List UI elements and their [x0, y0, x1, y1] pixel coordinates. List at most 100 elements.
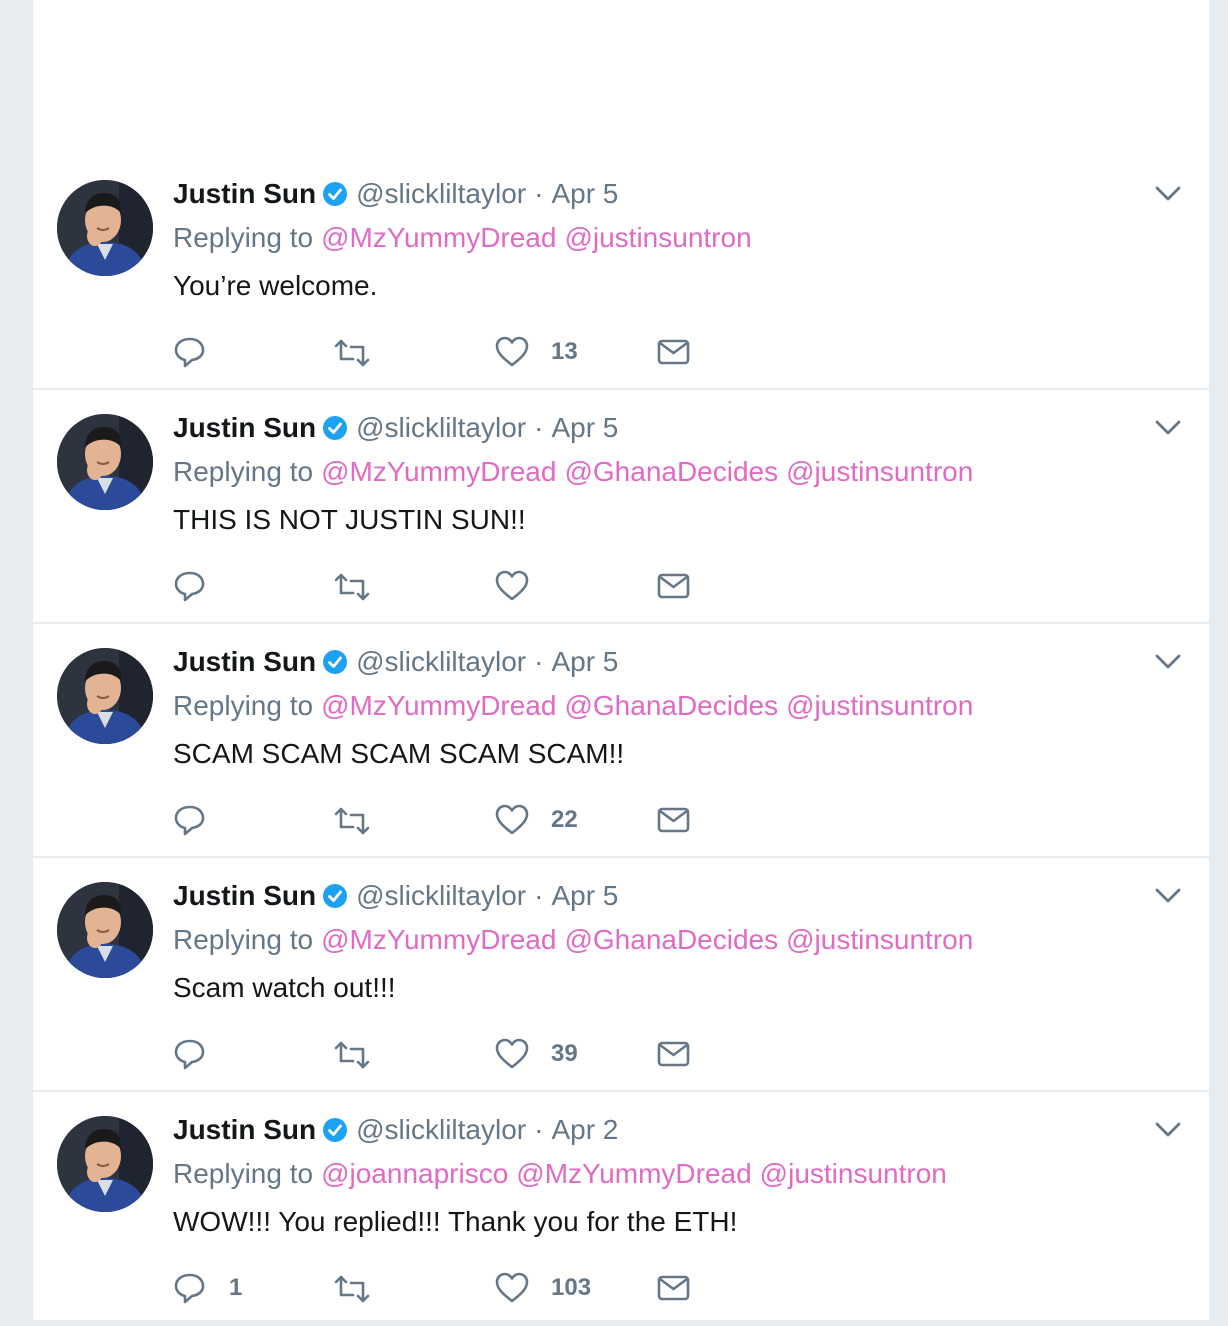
- chevron-down-icon[interactable]: [1155, 418, 1181, 438]
- reply-button[interactable]: 1: [173, 1268, 242, 1308]
- tweet-actions: 22: [173, 800, 773, 840]
- reply-icon: [173, 803, 207, 837]
- verified-icon: [322, 181, 348, 207]
- mention-link[interactable]: @MzYummyDread: [321, 924, 556, 955]
- verified-icon: [322, 883, 348, 909]
- direct-message-button[interactable]: [657, 332, 690, 372]
- direct-message-button[interactable]: [657, 1268, 690, 1308]
- avatar[interactable]: [57, 648, 153, 744]
- reply-count: 1: [229, 1274, 243, 1301]
- separator: ·: [534, 412, 544, 443]
- avatar[interactable]: [57, 882, 153, 978]
- chevron-down-icon[interactable]: [1155, 652, 1181, 672]
- retweet-icon: [333, 1037, 371, 1071]
- tweet[interactable]: Justin Sun @slickliltaylor · Apr 5 Replying …: [33, 156, 1209, 390]
- like-button[interactable]: 22: [495, 800, 578, 840]
- direct-message-button[interactable]: [657, 566, 690, 606]
- like-button[interactable]: 39: [495, 1034, 578, 1074]
- like-button[interactable]: 13: [495, 332, 578, 372]
- tweet-actions: 13: [173, 332, 773, 372]
- tweet-text: Scam watch out!!!: [173, 972, 396, 1003]
- reply-button[interactable]: [173, 1034, 207, 1074]
- like-button[interactable]: 103: [495, 1268, 591, 1308]
- separator: ·: [534, 646, 544, 677]
- reply-icon: [173, 569, 207, 603]
- envelope-icon: [657, 1039, 690, 1069]
- tweet[interactable]: Justin Sun @slickliltaylor · Apr 5 Replying …: [33, 624, 1209, 858]
- tweet-header: Justin Sun @slickliltaylor · Apr 5: [173, 878, 618, 914]
- tweet-text: THIS IS NOT JUSTIN SUN!!: [173, 504, 526, 535]
- tweet-actions: 1 103: [173, 1268, 773, 1308]
- retweet-button[interactable]: [333, 800, 371, 840]
- avatar[interactable]: [57, 180, 153, 276]
- direct-message-button[interactable]: [657, 800, 690, 840]
- mention-link[interactable]: @justinsuntron: [786, 690, 973, 721]
- verified-icon: [322, 415, 348, 441]
- retweet-button[interactable]: [333, 1034, 371, 1074]
- chevron-down-icon[interactable]: [1155, 886, 1181, 906]
- mention-link[interactable]: @justinsuntron: [760, 1158, 947, 1189]
- tweet-text: WOW!!! You replied!!! Thank you for the …: [173, 1206, 738, 1237]
- author-handle[interactable]: @slickliltaylor: [356, 178, 526, 210]
- mention-link[interactable]: @MzYummyDread: [516, 1158, 751, 1189]
- reply-button[interactable]: [173, 800, 207, 840]
- author-name[interactable]: Justin Sun: [173, 412, 316, 444]
- retweet-button[interactable]: [333, 1268, 371, 1308]
- tweet-date[interactable]: Apr 2: [551, 1114, 618, 1146]
- tweet[interactable]: Justin Sun @slickliltaylor · Apr 2 Replying …: [33, 1092, 1209, 1326]
- tweet[interactable]: Justin Sun @slickliltaylor · Apr 5 Replying …: [33, 390, 1209, 624]
- author-name[interactable]: Justin Sun: [173, 1114, 316, 1146]
- envelope-icon: [657, 571, 690, 601]
- heart-icon: [495, 803, 529, 837]
- mention-link[interactable]: @GhanaDecides: [564, 924, 778, 955]
- author-name[interactable]: Justin Sun: [173, 646, 316, 678]
- tweet-date[interactable]: Apr 5: [551, 646, 618, 678]
- separator: ·: [534, 1114, 544, 1145]
- mention-link[interactable]: @justinsuntron: [564, 222, 751, 253]
- mention-link[interactable]: @justinsuntron: [786, 924, 973, 955]
- chevron-down-icon[interactable]: [1155, 1120, 1181, 1140]
- replying-to: Replying to @MzYummyDread @GhanaDecides @ju…: [173, 690, 973, 722]
- tweet-header: Justin Sun @slickliltaylor · Apr 5: [173, 410, 618, 446]
- mention-link[interactable]: @joannaprisco: [321, 1158, 508, 1189]
- reply-button[interactable]: [173, 566, 207, 606]
- direct-message-button[interactable]: [657, 1034, 690, 1074]
- replying-to: Replying to @MzYummyDread @GhanaDecides @ju…: [173, 456, 973, 488]
- like-button[interactable]: [495, 566, 529, 606]
- author-name[interactable]: Justin Sun: [173, 880, 316, 912]
- tweet-date[interactable]: Apr 5: [551, 178, 618, 210]
- author-handle[interactable]: @slickliltaylor: [356, 646, 526, 678]
- heart-icon: [495, 569, 529, 603]
- mention-link[interactable]: @MzYummyDread: [321, 222, 556, 253]
- replying-to: Replying to @MzYummyDread @justinsuntron: [173, 222, 752, 254]
- separator: ·: [534, 178, 544, 209]
- mention-link[interactable]: @MzYummyDread: [321, 690, 556, 721]
- mention-link[interactable]: @MzYummyDread: [321, 456, 556, 487]
- replying-to: Replying to @MzYummyDread @GhanaDecides @ju…: [173, 924, 973, 956]
- author-name[interactable]: Justin Sun: [173, 178, 316, 210]
- tweet-timeline: Justin Sun @slickliltaylor · Apr 5 Replying …: [33, 0, 1209, 1326]
- reply-icon: [173, 335, 207, 369]
- verified-icon: [322, 649, 348, 675]
- tweet[interactable]: Justin Sun @slickliltaylor · Apr 5 Replying …: [33, 858, 1209, 1092]
- replying-to-label: Replying to: [173, 1158, 314, 1189]
- avatar[interactable]: [57, 1116, 153, 1212]
- retweet-button[interactable]: [333, 332, 371, 372]
- avatar[interactable]: [57, 414, 153, 510]
- like-count: 22: [551, 806, 578, 833]
- tweet-date[interactable]: Apr 5: [551, 412, 618, 444]
- chevron-down-icon[interactable]: [1155, 184, 1181, 204]
- author-handle[interactable]: @slickliltaylor: [356, 1114, 526, 1146]
- replying-to-label: Replying to: [173, 690, 314, 721]
- heart-icon: [495, 1037, 529, 1071]
- tweet-date[interactable]: Apr 5: [551, 880, 618, 912]
- retweet-icon: [333, 335, 371, 369]
- separator: ·: [534, 880, 544, 911]
- mention-link[interactable]: @justinsuntron: [786, 456, 973, 487]
- author-handle[interactable]: @slickliltaylor: [356, 412, 526, 444]
- reply-button[interactable]: [173, 332, 207, 372]
- mention-link[interactable]: @GhanaDecides: [564, 690, 778, 721]
- mention-link[interactable]: @GhanaDecides: [564, 456, 778, 487]
- author-handle[interactable]: @slickliltaylor: [356, 880, 526, 912]
- retweet-button[interactable]: [333, 566, 371, 606]
